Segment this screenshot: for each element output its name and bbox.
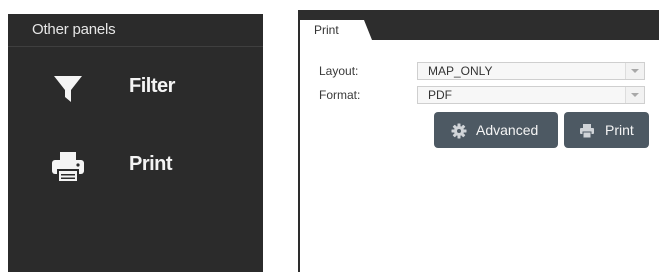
other-panels-sidebar: Other panels Filter Print	[8, 14, 263, 272]
gear-icon	[451, 123, 467, 139]
layout-select[interactable]: MAP_ONLY	[417, 62, 645, 80]
print-button-label: Print	[605, 122, 634, 138]
chevron-down-icon[interactable]	[625, 87, 644, 103]
chevron-down-icon[interactable]	[625, 63, 644, 79]
advanced-button-label: Advanced	[476, 122, 539, 138]
layout-row: Layout: MAP_ONLY	[319, 62, 649, 80]
format-row: Format: PDF	[319, 86, 649, 104]
format-select-value: PDF	[428, 88, 452, 102]
other-panels-header: Other panels	[8, 14, 263, 47]
format-label: Format:	[319, 88, 361, 102]
layout-select-value: MAP_ONLY	[428, 64, 493, 78]
panel-item-print[interactable]: Print	[8, 136, 263, 196]
tab-strip	[300, 10, 659, 40]
printer-icon	[579, 123, 595, 139]
tab-bar: Print	[300, 10, 659, 40]
tab-print[interactable]: Print	[314, 23, 339, 37]
print-button[interactable]: Print	[564, 112, 649, 148]
advanced-button[interactable]: Advanced	[434, 112, 558, 148]
panel-item-label: Print	[129, 153, 173, 175]
other-panels-title: Other panels	[32, 21, 116, 38]
filter-icon	[46, 66, 90, 110]
printer-icon	[46, 144, 90, 188]
panel-item-label: Filter	[129, 75, 175, 97]
format-select[interactable]: PDF	[417, 86, 645, 104]
print-dialog: Print Layout: MAP_ONLY Format: PDF Advan…	[298, 10, 659, 272]
panel-item-filter[interactable]: Filter	[8, 58, 263, 118]
layout-label: Layout:	[319, 64, 359, 78]
